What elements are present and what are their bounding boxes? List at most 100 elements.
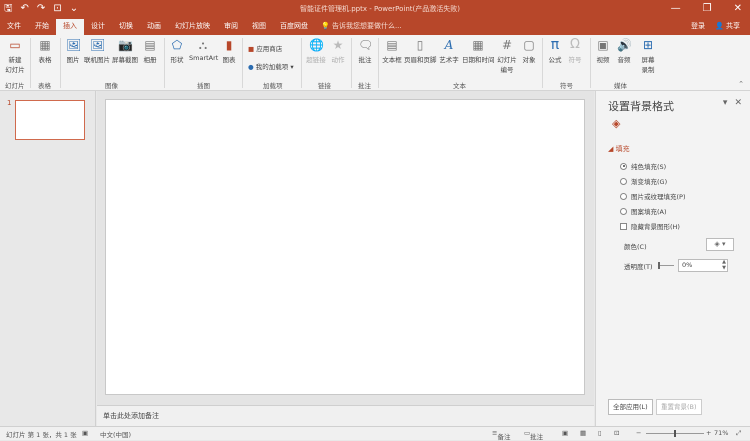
tell-me-search[interactable]: 💡 告诉我您想要做什么... [315,18,408,35]
tab-3[interactable]: 设计 [84,18,112,35]
minimize-button[interactable]: — [671,2,681,16]
slide-sorter-icon[interactable]: ▦ [580,429,586,437]
video-button[interactable]: ▣ 视频 [594,38,612,64]
album-icon: ▤ [144,38,156,52]
slide-thumbnails-pane: 1 [0,91,96,426]
screen-record-icon: ⊞ [642,38,654,52]
screen-record-button[interactable]: ⊞ 屏幕 录制 [637,38,659,74]
language-indicator[interactable]: 中文(中国) [100,429,131,439]
apply-all-button[interactable]: 全部应用(L) [608,399,653,415]
pane-close-icon[interactable]: ✕ [734,98,742,108]
separator [590,38,591,88]
collapse-ribbon-icon[interactable]: ⌃ [738,80,744,88]
tab-5[interactable]: 动画 [140,18,168,35]
pane-options-icon[interactable]: ▾ [723,98,728,108]
signin-link[interactable]: 登录 [691,18,705,35]
undo-icon[interactable]: ↶ [21,2,29,16]
new-slide-button[interactable]: ▭ 新建 幻灯片 [4,38,26,74]
save-icon[interactable]: 🖫 [4,2,13,16]
textbox-button[interactable]: ▤ 文本框 [382,38,402,64]
screenshot-button[interactable]: 📷 屏幕截图 [112,38,138,64]
table-button[interactable]: ▦ 表格 [35,38,55,64]
paint-bucket-icon[interactable]: ◈ [612,117,620,130]
fill-section-header[interactable]: ◢ 填充 [608,144,630,154]
comment-button[interactable]: 🗨 批注 [355,38,375,64]
separator [242,38,243,88]
header-footer-icon: ▯ [416,38,424,52]
action-button[interactable]: ★ 动作 [329,38,347,64]
radio-button [620,207,627,215]
fill-option-label: 渐变填充(G) [631,178,668,186]
equation-button[interactable]: π 公式 [546,38,564,64]
zoom-in-icon[interactable]: + [706,429,711,437]
status-bar: 幻灯片 第 1 张，共 1 张 ▣ 中文(中国) ≡ 备注 ▭ 批注 ▣ ▦ ▯… [0,426,750,441]
thumbnail-number: 1 [7,99,12,107]
radio-button [620,177,627,185]
spellcheck-icon[interactable]: ▣ [82,429,88,437]
share-button[interactable]: 👤 共享 [715,18,740,35]
window-controls: — ❐ ✕ [671,2,742,16]
chart-button[interactable]: ▮ 图表 [220,38,238,64]
picture-button[interactable]: 🖼 图片 [64,38,82,64]
close-button[interactable]: ✕ [734,2,742,16]
restore-button[interactable]: ❐ [703,2,712,16]
tab-0[interactable]: 文件 [0,18,28,35]
fill-option-picture[interactable]: 图片或纹理填充(P) [620,191,686,201]
shapes-button[interactable]: ⬠ 形状 [168,38,186,64]
smartart-button[interactable]: ⛬ SmartArt [189,38,218,62]
slide-info: 幻灯片 第 1 张，共 1 张 [6,431,77,439]
store-button[interactable]: ■ 应用商店 [248,43,282,53]
hide-graphics-checkbox[interactable]: 隐藏背景图形(H) [620,221,680,231]
color-picker-button[interactable]: ◈ ▾ [706,238,734,251]
fill-option-gradient[interactable]: 渐变填充(G) [620,176,667,186]
zoom-level[interactable]: 71% [714,429,728,437]
format-background-pane: 设置背景格式 ▾ ✕ ◈ ◢ 填充 纯色填充(S) 渐变填充(G) 图片或纹理填… [595,91,750,426]
slider-knob[interactable] [658,262,660,269]
zoom-slider-knob[interactable] [674,430,676,437]
transparency-slider[interactable] [658,262,674,269]
fill-option-solid[interactable]: 纯色填充(S) [620,161,666,171]
online-picture-button[interactable]: 🖼 联机图片 [84,38,110,64]
reading-view-icon[interactable]: ▯ [598,429,602,437]
my-addins-button[interactable]: ● 我的加载项 ▾ [248,61,294,71]
customize-qat-icon[interactable]: ⌄ [70,2,78,16]
redo-icon[interactable]: ↷ [37,2,45,16]
datetime-button[interactable]: ▦ 日期和时间 [462,38,495,64]
slide-number-button[interactable]: # 幻灯片 编号 [496,38,518,74]
tab-7[interactable]: 审阅 [217,18,245,35]
album-button[interactable]: ▤ 相册 [141,38,159,64]
comments-toggle[interactable]: ▭ 批注 [524,429,543,441]
spinner-arrows-icon[interactable]: ▲ ▼ [722,259,726,271]
account-area: 登录 👤 共享 [691,18,740,35]
slide-canvas[interactable] [105,99,585,395]
tab-8[interactable]: 视图 [245,18,273,35]
globe-icon: 🌐 [309,38,324,52]
transparency-input[interactable]: 0% ▲ ▼ [678,259,728,272]
header-footer-button[interactable]: ▯ 页眉和页脚 [404,38,437,64]
symbol-button[interactable]: Ω 符号 [566,38,584,65]
tab-9[interactable]: 百度网盘 [273,18,315,35]
fit-slide-icon[interactable]: ⤢ [736,429,741,438]
transparency-value: 0% [682,261,693,269]
tab-2[interactable]: 插入 [56,19,84,35]
notes-area[interactable]: 单击此处添加备注 [97,405,594,426]
zoom-slider[interactable] [646,430,704,437]
present-icon[interactable]: ⊡ [53,2,61,16]
hyperlink-button[interactable]: 🌐 超链接 [305,38,327,64]
wordart-button[interactable]: A 艺术字 [438,38,460,64]
tab-4[interactable]: 切换 [112,18,140,35]
slide-thumbnail[interactable] [15,100,85,140]
object-button[interactable]: ▢ 对象 [520,38,538,64]
audio-button[interactable]: 🔊 音频 [615,38,633,64]
zoom-out-icon[interactable]: − [636,429,641,437]
normal-view-icon[interactable]: ▣ [562,429,568,437]
notes-toggle[interactable]: ≡ 备注 [492,429,510,441]
tab-1[interactable]: 开始 [28,18,56,35]
tab-6[interactable]: 幻灯片放映 [168,18,217,35]
fill-option-pattern[interactable]: 图案填充(A) [620,206,667,216]
radio-button [620,192,627,200]
slideshow-icon[interactable]: ⊡ [614,429,619,437]
reset-background-button[interactable]: 重置背景(B) [656,399,702,415]
smartart-icon: ⛬ [198,38,208,52]
chart-icon: ▮ [225,38,233,52]
